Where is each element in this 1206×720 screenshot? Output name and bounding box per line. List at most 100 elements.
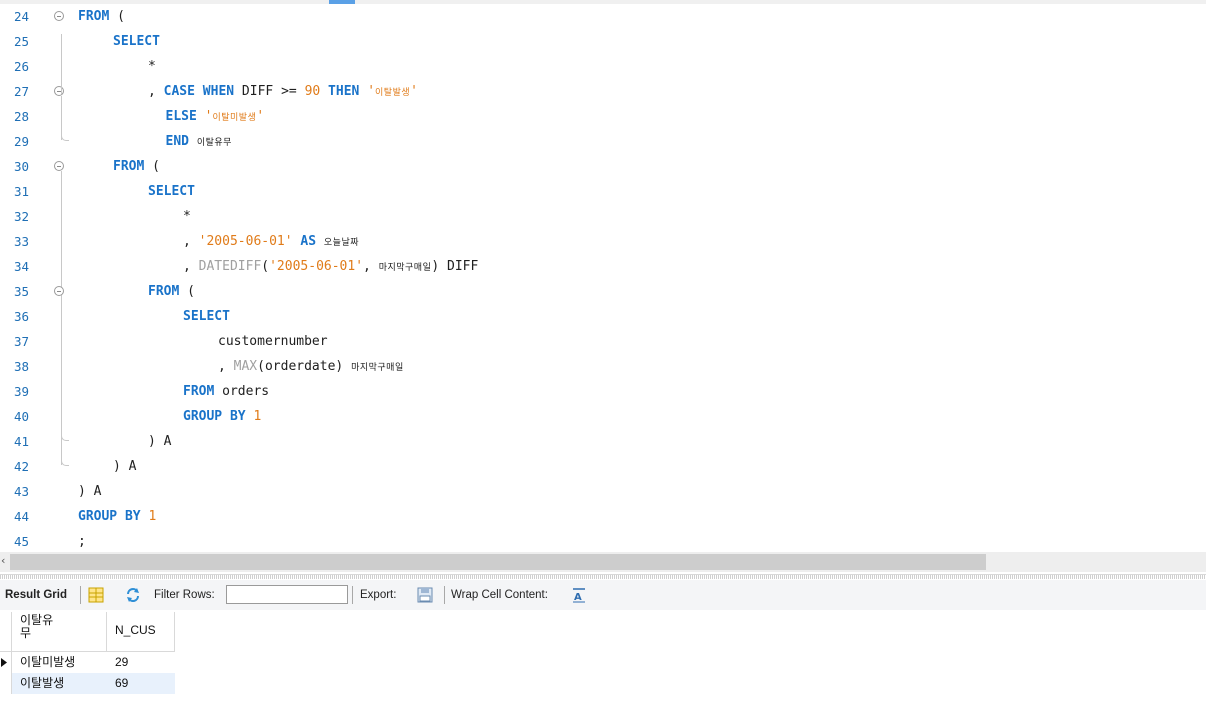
code-line[interactable]: 40 GROUP BY 1 [0, 404, 1206, 429]
code-text: * [148, 54, 156, 79]
export-icon[interactable] [417, 587, 433, 603]
code-line[interactable]: 28 ELSE '이탈미발생' [0, 104, 1206, 129]
code-line[interactable]: 33 , '2005-06-01' AS 오늘날짜 [0, 229, 1206, 254]
grid-corner [0, 612, 12, 652]
sql-keyword: ELSE [165, 109, 197, 124]
code-token: ( [261, 259, 270, 274]
grid-layout-icon[interactable] [88, 587, 104, 603]
line-number: 31 [13, 184, 29, 199]
line-number: 35 [13, 284, 29, 299]
code-text: GROUP BY 1 [78, 504, 156, 529]
column-header[interactable]: 이탈유 무 [12, 612, 107, 652]
code-token: ( [179, 284, 195, 299]
sql-keyword: AS [300, 234, 317, 249]
code-line[interactable]: 25 SELECT [0, 29, 1206, 54]
code-text: ) A [78, 479, 101, 504]
sql-keyword: CASE WHEN [163, 84, 235, 99]
code-text: , DATEDIFF('2005-06-01', 마지막구매일) DIFF [183, 254, 478, 281]
grid-cell[interactable]: 29 [107, 652, 175, 673]
line-number: 30 [13, 159, 29, 174]
code-line[interactable]: 39 FROM orders [0, 379, 1206, 404]
code-token: ) A [148, 434, 172, 449]
line-number: 33 [13, 234, 29, 249]
sql-token: DATEDIFF [198, 259, 262, 274]
fold-guide [61, 296, 62, 440]
code-line[interactable]: 44 GROUP BY 1 [0, 504, 1206, 529]
code-line[interactable]: 41) A [0, 429, 1206, 454]
code-line[interactable]: 32 * [0, 204, 1206, 229]
sql-token: 1 [148, 509, 157, 524]
sql-token: 1 [253, 409, 262, 424]
wrap-text-icon[interactable]: A [571, 587, 587, 603]
line-number: 40 [13, 409, 29, 424]
sql-keyword: SELECT [113, 34, 160, 49]
code-text: ) A [113, 454, 136, 479]
code-text: END 이탈유무 [166, 129, 232, 156]
result-grid-label[interactable]: Result Grid [5, 580, 67, 610]
filter-rows-input[interactable] [226, 585, 348, 604]
code-text: SELECT [148, 179, 195, 204]
sql-token: 오늘날짜 [323, 238, 360, 248]
code-line[interactable]: 35 FROM ( [0, 279, 1206, 304]
sql-token: 이탈발생 [375, 88, 411, 98]
sql-token: 이탈미발생 [212, 113, 257, 123]
code-line[interactable]: 24 FROM ( [0, 4, 1206, 29]
grid-cell[interactable]: 이탈미발생 [12, 652, 107, 673]
code-line[interactable]: 30 FROM ( [0, 154, 1206, 179]
code-line[interactable]: 34 , DATEDIFF('2005-06-01', 마지막구매일) DIFF [0, 254, 1206, 279]
code-line[interactable]: 43) A [0, 479, 1206, 504]
code-text: ) A [148, 429, 171, 454]
code-text: ELSE '이탈미발생' [166, 104, 265, 131]
sql-token: ' [367, 84, 376, 99]
code-line[interactable]: 36 SELECT [0, 304, 1206, 329]
line-number: 25 [13, 34, 29, 49]
sql-editor[interactable]: 24 FROM ( 25 SELECT 26 * 27, CASE WHEN DIFF >=… [0, 4, 1206, 549]
grid-cell[interactable]: 이탈발생 [12, 673, 107, 694]
code-line[interactable]: 31 SELECT [0, 179, 1206, 204]
code-line[interactable]: 26 * [0, 54, 1206, 79]
code-line[interactable]: 27, CASE WHEN DIFF >= 90 THEN '이탈발생' [0, 79, 1206, 104]
code-text: ; [78, 529, 86, 549]
code-token: ( [109, 9, 125, 24]
line-number: 45 [13, 534, 29, 549]
code-line[interactable]: 29 END 이탈유무 [0, 129, 1206, 154]
line-number: 32 [13, 209, 29, 224]
line-number: 36 [13, 309, 29, 324]
toolbar-separator [444, 586, 445, 604]
row-indicator[interactable] [0, 652, 12, 673]
code-token: , [183, 259, 199, 274]
sql-token: 90 [304, 84, 321, 99]
code-token: customernumber [218, 334, 328, 349]
sql-keyword: GROUP BY [183, 409, 246, 424]
sql-keyword: SELECT [183, 309, 230, 324]
sql-keyword: THEN [328, 84, 360, 99]
row-indicator[interactable] [0, 673, 12, 694]
fold-toggle-icon[interactable] [54, 286, 64, 296]
code-line[interactable]: 38, MAX(orderdate) 마지막구매일 [0, 354, 1206, 379]
fold-toggle-icon[interactable] [54, 161, 64, 171]
fold-guide [61, 34, 62, 94]
grid-cell[interactable]: 69 [107, 673, 175, 694]
column-header-label: N_CUS [115, 623, 156, 637]
scroll-left-icon[interactable]: ‹ [1, 554, 5, 568]
fold-toggle-icon[interactable] [54, 11, 64, 21]
scrollbar-thumb[interactable] [10, 554, 986, 570]
code-line[interactable]: 37 customernumber [0, 329, 1206, 354]
code-text: FROM ( [78, 4, 125, 29]
filter-rows-label: Filter Rows: [154, 589, 215, 601]
line-number: 34 [13, 259, 29, 274]
code-line[interactable]: 45; [0, 529, 1206, 549]
code-token: ) A [113, 459, 137, 474]
code-line[interactable]: 42) A [0, 454, 1206, 479]
panel-splitter[interactable] [0, 574, 1206, 579]
column-header[interactable]: N_CUS [107, 612, 175, 652]
fold-toggle-icon[interactable] [54, 86, 64, 96]
code-text: , '2005-06-01' AS 오늘날짜 [183, 229, 359, 256]
sql-token: ' [410, 84, 418, 99]
code-text: , MAX(orderdate) 마지막구매일 [218, 354, 404, 381]
line-number: 37 [13, 334, 29, 349]
horizontal-scrollbar[interactable]: ‹ [0, 552, 1206, 572]
refresh-icon[interactable] [125, 587, 141, 603]
